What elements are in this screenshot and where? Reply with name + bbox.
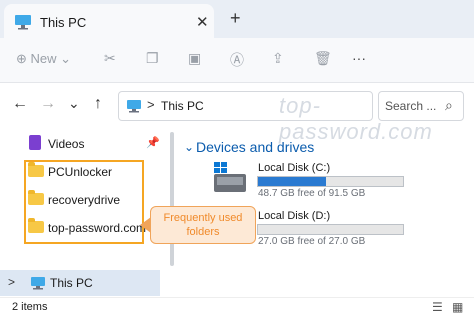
tiles-view-icon[interactable]: ▦	[452, 300, 463, 314]
windows-logo-icon	[214, 162, 227, 173]
sidebar-scrollbar[interactable]	[170, 132, 174, 266]
share-icon[interactable]: ⇪	[272, 50, 284, 67]
pin-icon: 📌	[146, 137, 160, 149]
callout-line-1: Frequently used	[163, 212, 243, 224]
cut-icon[interactable]: ✂	[104, 50, 116, 67]
forward-arrow-icon[interactable]: →	[40, 95, 56, 113]
copy-icon[interactable]: ❐	[146, 50, 159, 67]
up-arrow-icon[interactable]: ↑	[94, 95, 102, 113]
sidebar-item-videos[interactable]: Videos 📌	[0, 131, 160, 157]
details-view-icon[interactable]: ☰	[432, 300, 443, 314]
sidebar-item-this-pc[interactable]: > This PC	[0, 270, 160, 296]
breadcrumb-chevron-icon: >	[147, 97, 155, 112]
status-bar: 2 items ☰ ▦	[0, 297, 474, 318]
more-options-icon[interactable]: ···	[352, 50, 366, 66]
tab-close-icon[interactable]: ✕	[196, 13, 209, 31]
breadcrumb-this-pc[interactable]: This PC	[161, 99, 204, 113]
title-bar: This PC ✕ +	[0, 0, 474, 38]
address-bar[interactable]: top-password.com > This PC	[118, 91, 432, 144]
this-pc-icon	[31, 277, 45, 290]
annotation-callout: Frequently used folders	[140, 206, 256, 244]
new-button[interactable]: ⊕ New ⌄	[16, 51, 71, 67]
search-placeholder: Search ...	[385, 99, 437, 113]
chevron-down-icon: ⌄	[184, 140, 195, 154]
command-bar: ⊕ New ⌄ ✂ ❐ ▣ Ⓐ ⇪ 🗑 ···	[0, 38, 474, 83]
videos-icon	[29, 135, 41, 150]
drive-name: Local Disk (C:)	[258, 162, 331, 174]
address-row: ← → ⌄ ↑ top-password.com > This PC Searc…	[0, 83, 474, 144]
paste-icon[interactable]: ▣	[188, 50, 201, 67]
chevron-right-icon[interactable]: >	[8, 275, 15, 289]
callout-line-2: folders	[186, 226, 220, 238]
tab-title: This PC	[40, 15, 87, 30]
back-arrow-icon[interactable]: ←	[12, 95, 28, 113]
sidebar-item-label: Videos	[48, 137, 85, 151]
hard-drive-icon	[214, 174, 246, 192]
drive-usage-bar	[257, 176, 404, 187]
search-input[interactable]: Search ... ⌕	[378, 91, 464, 121]
drive-free-text: 27.0 GB free of 27.0 GB	[258, 236, 366, 247]
this-pc-icon	[127, 100, 141, 113]
section-title: Devices and drives	[196, 139, 315, 155]
plus-icon: ⊕	[16, 51, 27, 66]
this-pc-icon	[15, 15, 31, 30]
drive-c[interactable]: Local Disk (C:) 48.7 GB free of 91.5 GB	[210, 162, 410, 202]
drive-free-text: 48.7 GB free of 91.5 GB	[258, 188, 366, 199]
drive-usage-fill	[258, 177, 327, 186]
chevron-down-icon: ⌄	[60, 51, 72, 66]
drive-name: Local Disk (D:)	[258, 210, 331, 222]
tab-this-pc[interactable]: This PC ✕	[4, 4, 214, 38]
drive-usage-bar	[257, 224, 404, 235]
new-tab-button[interactable]: +	[230, 8, 241, 29]
rename-icon[interactable]: Ⓐ	[230, 50, 244, 70]
search-icon: ⌕	[445, 97, 453, 113]
recent-dropdown-icon[interactable]: ⌄	[68, 95, 80, 112]
item-count: 2 items	[12, 301, 48, 313]
sidebar-item-label: This PC	[50, 276, 93, 290]
new-button-label: New	[30, 51, 57, 66]
frequent-folders-highlight	[24, 160, 144, 244]
delete-icon[interactable]: 🗑	[314, 50, 332, 67]
